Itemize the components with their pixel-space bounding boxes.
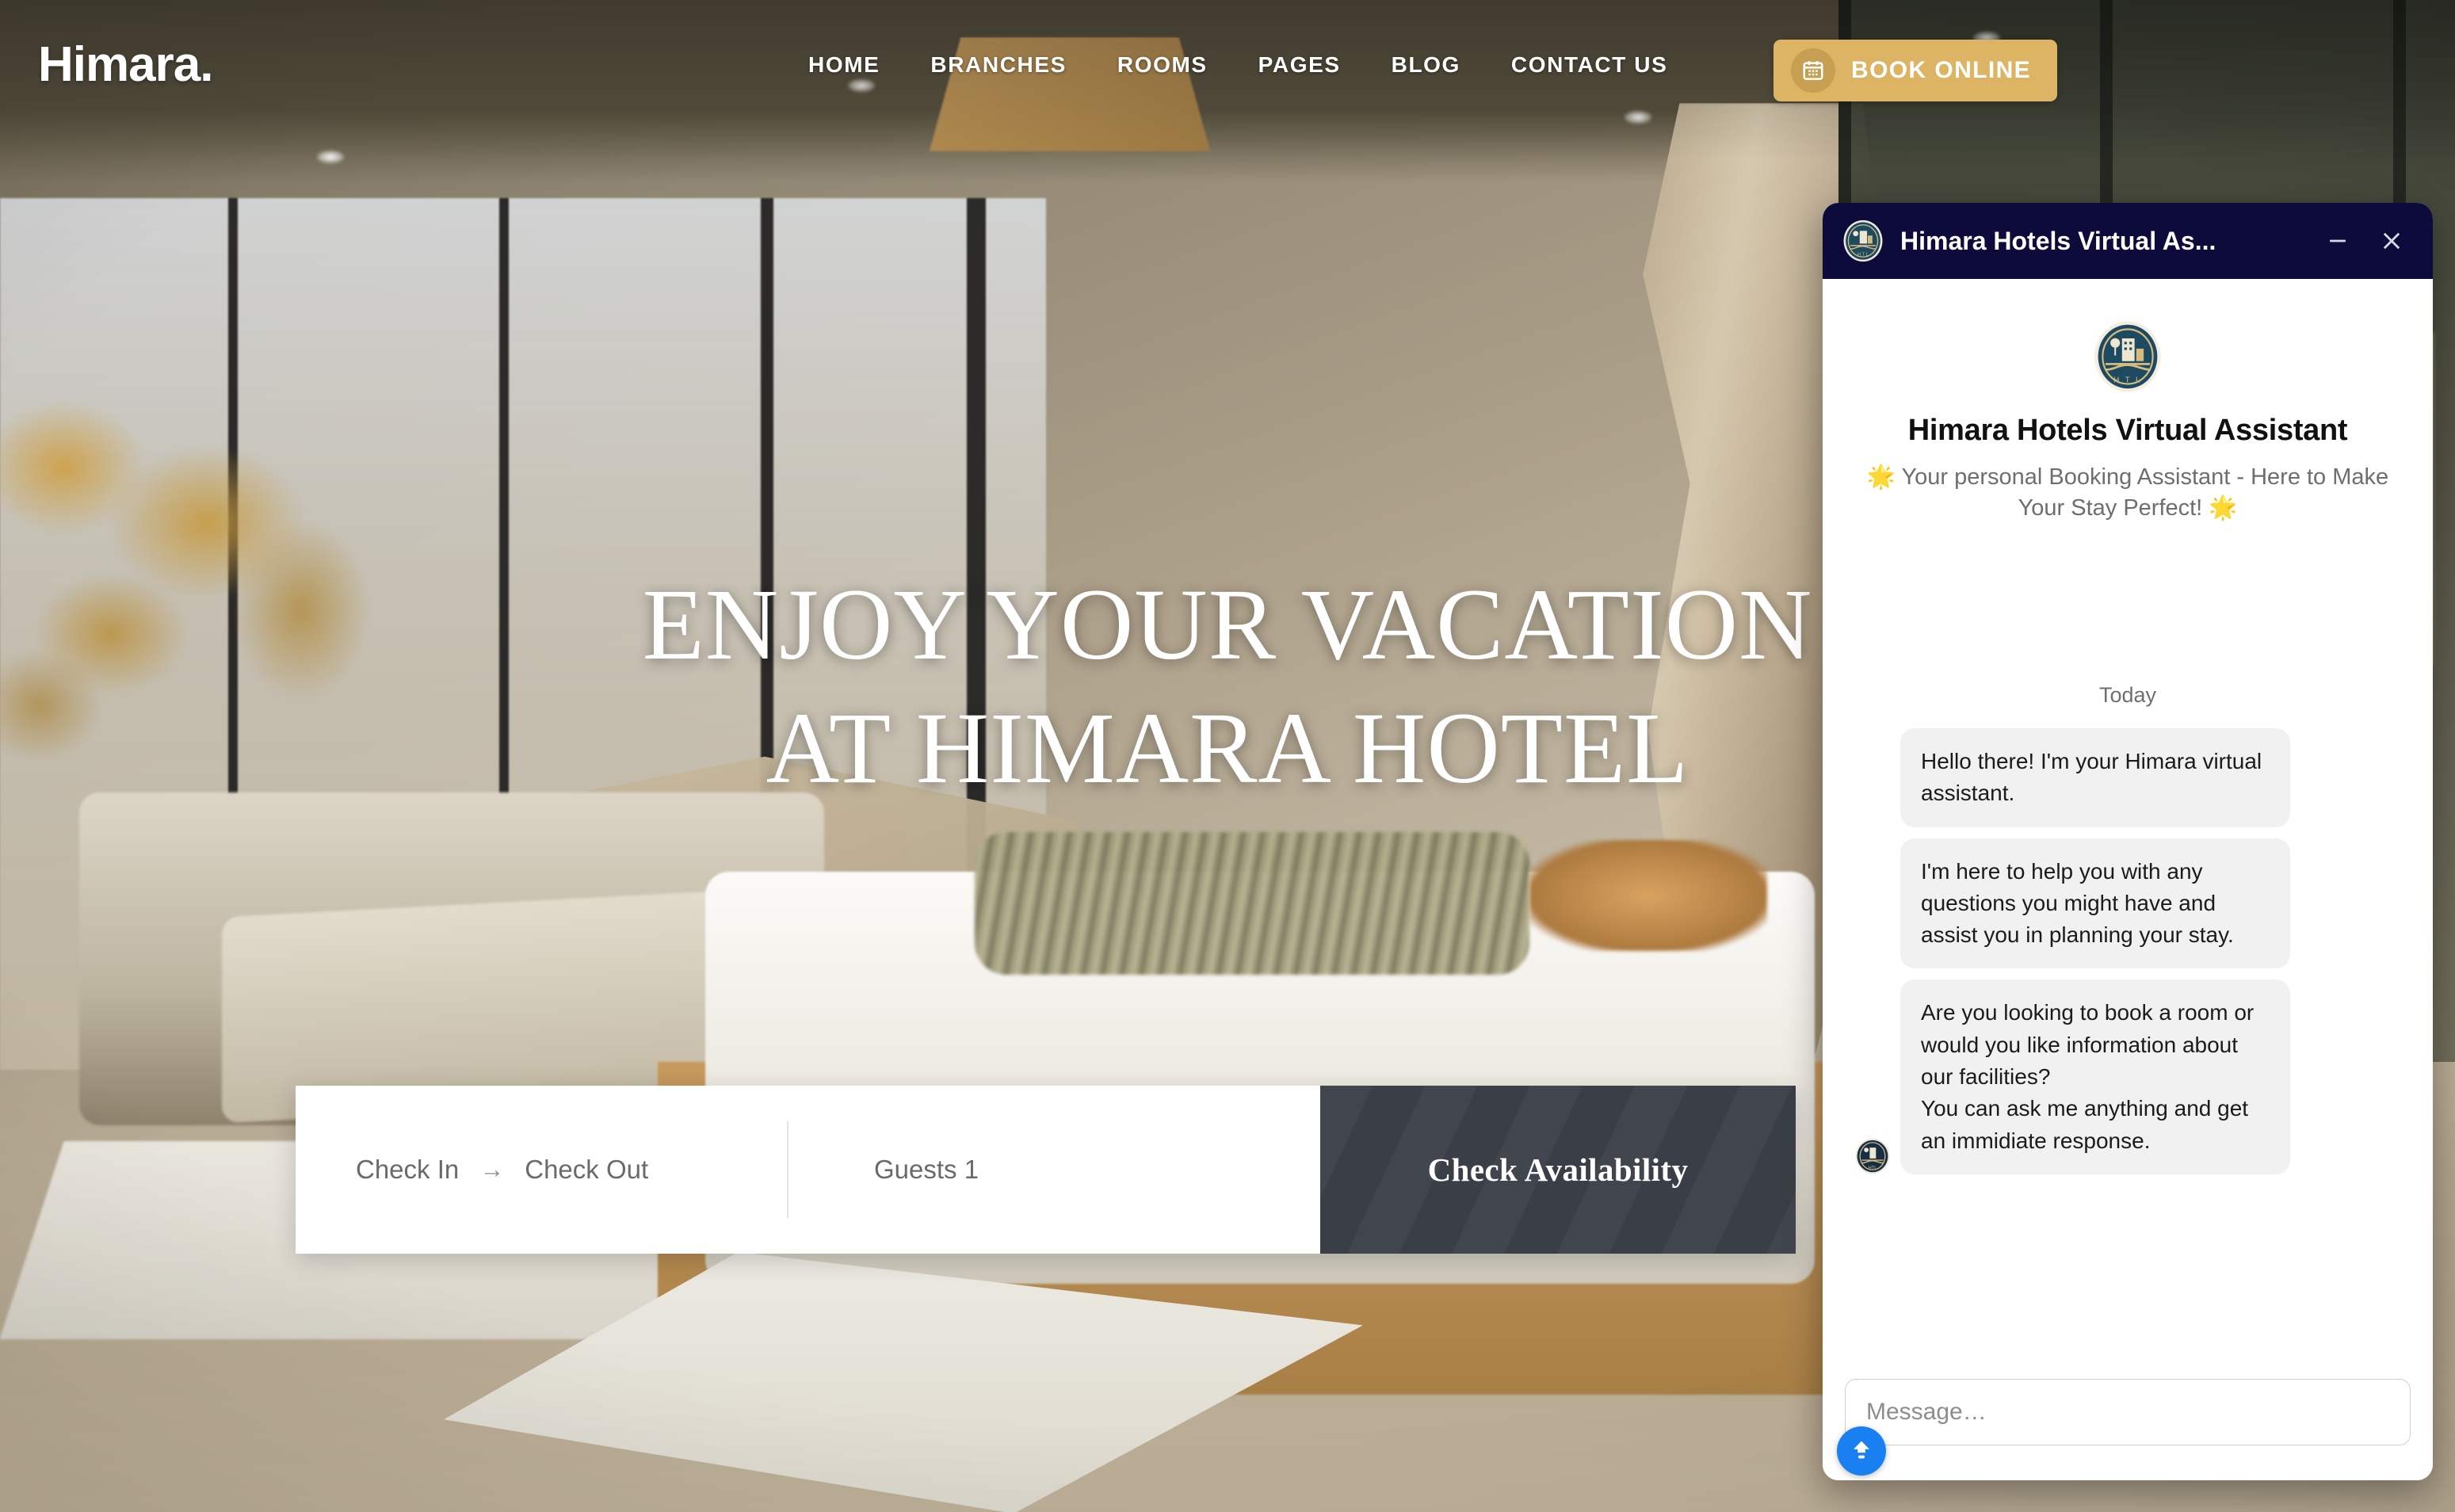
arrow-right-icon: → bbox=[479, 1155, 505, 1183]
site-navbar: Himara. HOME BRANCHES ROOMS PAGES BLOG C… bbox=[0, 0, 2455, 141]
guests-field[interactable]: Guests 1 bbox=[788, 1155, 979, 1185]
check-in-field[interactable]: Check In bbox=[356, 1155, 459, 1185]
svg-text:HTL: HTL bbox=[1869, 1166, 1877, 1170]
bot-avatar-icon: HTL bbox=[1854, 1138, 1891, 1174]
chat-header-logo-icon: H T L bbox=[1842, 220, 1884, 262]
nav-item-home[interactable]: HOME bbox=[808, 52, 880, 78]
nav-links: HOME BRANCHES ROOMS PAGES BLOG CONTACT U… bbox=[808, 52, 1667, 78]
nav-item-blog[interactable]: BLOG bbox=[1392, 52, 1460, 78]
chat-widget: H T L Himara Hotels Virtual As... H T L … bbox=[1823, 203, 2433, 1480]
booking-fields: Check In → Check Out Guests 1 bbox=[296, 1086, 1320, 1254]
close-icon[interactable] bbox=[2373, 222, 2411, 260]
message-row: HTL Are you looking to book a room or wo… bbox=[1854, 979, 2401, 1174]
message-input[interactable] bbox=[1845, 1379, 2411, 1445]
book-online-label: BOOK ONLINE bbox=[1851, 57, 2032, 83]
check-availability-label: Check Availability bbox=[1427, 1151, 1689, 1188]
check-availability-button[interactable]: Check Availability bbox=[1320, 1086, 1796, 1254]
calendar-icon bbox=[1791, 48, 1835, 93]
nav-item-branches[interactable]: BRANCHES bbox=[930, 52, 1066, 78]
site-logo[interactable]: Himara. bbox=[38, 36, 213, 93]
minimize-icon[interactable] bbox=[2319, 222, 2357, 260]
chat-body[interactable]: H T L Himara Hotels Virtual Assistant 🌟 … bbox=[1823, 279, 2433, 1365]
day-divider: Today bbox=[2098, 682, 2157, 707]
assistant-subtitle: 🌟 Your personal Booking Assistant - Here… bbox=[1866, 464, 2389, 521]
chat-widget-header: H T L Himara Hotels Virtual As... bbox=[1823, 203, 2433, 279]
nav-item-rooms[interactable]: ROOMS bbox=[1117, 52, 1208, 78]
chat-welcome-block: H T L Himara Hotels Virtual Assistant 🌟 … bbox=[1823, 279, 2433, 525]
chat-header-title: Himara Hotels Virtual As... bbox=[1900, 226, 2216, 255]
chat-footer bbox=[1823, 1365, 2433, 1480]
message-row: I'm here to help you with any questions … bbox=[1854, 838, 2401, 969]
date-range-picker[interactable]: Check In → Check Out bbox=[296, 1155, 787, 1185]
booking-bar: Check In → Check Out Guests 1 Check Avai… bbox=[296, 1086, 1796, 1254]
message-row: Hello there! I'm your Himara virtual ass… bbox=[1854, 727, 2401, 827]
upload-icon[interactable] bbox=[1837, 1426, 1886, 1476]
svg-text:H T L: H T L bbox=[1857, 253, 1869, 258]
message-list: Hello there! I'm your Himara virtual ass… bbox=[1823, 708, 2433, 1174]
svg-text:H T L: H T L bbox=[2113, 376, 2142, 384]
assistant-logo-icon: H T L bbox=[1857, 320, 2398, 393]
nav-item-pages[interactable]: PAGES bbox=[1258, 52, 1341, 78]
assistant-title: Himara Hotels Virtual Assistant bbox=[1907, 414, 2348, 447]
check-out-field[interactable]: Check Out bbox=[525, 1155, 648, 1185]
bot-message-bubble: I'm here to help you with any questions … bbox=[1900, 838, 2290, 969]
page-root: Himara. HOME BRANCHES ROOMS PAGES BLOG C… bbox=[0, 0, 2455, 1512]
nav-item-contact-us[interactable]: CONTACT US bbox=[1511, 52, 1667, 78]
book-online-button[interactable]: BOOK ONLINE bbox=[1773, 40, 2057, 101]
bot-message-bubble: Are you looking to book a room or would … bbox=[1900, 979, 2290, 1174]
bot-message-bubble: Hello there! I'm your Himara virtual ass… bbox=[1900, 727, 2290, 827]
